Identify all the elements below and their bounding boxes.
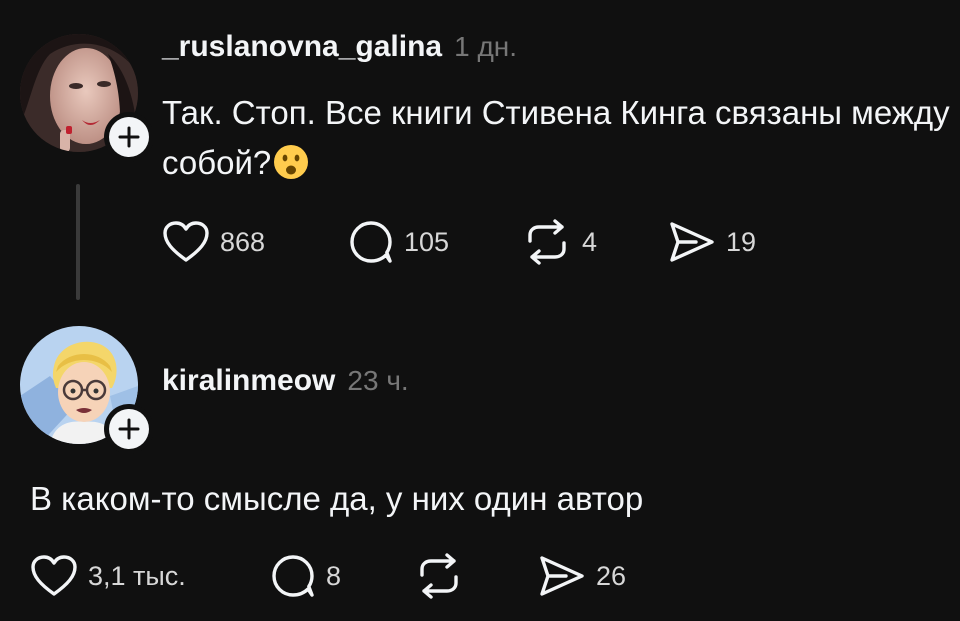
timestamp: 1 дн. [454,31,518,62]
username[interactable]: kiralinmeow [162,364,335,398]
follow-button-inner [109,409,149,449]
like-button[interactable]: 868 [162,218,265,266]
comment-count: 105 [404,226,450,257]
avatar-wrap [20,326,154,454]
frowning-face-emoji [273,144,309,194]
repost-button[interactable] [414,552,464,600]
like-button[interactable]: 3,1 тыс. [30,552,186,600]
share-button[interactable]: 19 [668,218,756,266]
post-text: Так. Стоп. Все книги Стивена Кинга связа… [162,88,952,194]
follow-button[interactable] [104,112,154,162]
post-text-content: В каком-то смысле да, у них один автор [30,480,644,517]
plus-icon [118,418,140,440]
post-header: kiralinmeow 23 ч. [162,364,409,398]
post-header: _ruslanovna_galina 1 дн. [162,30,517,64]
repost-count: 4 [582,226,598,257]
heart-icon [163,221,209,262]
repost-button[interactable]: 4 [522,218,597,266]
comment-button[interactable]: 105 [348,218,449,266]
share-icon [670,222,714,262]
comment-count: 8 [326,560,342,591]
heart-icon [31,555,77,596]
comment-icon [272,555,314,597]
share-count: 19 [726,226,757,257]
like-count: 3,1 тыс. [88,560,186,591]
comment-button[interactable]: 8 [270,552,341,600]
action-bar: 3,1 тыс. 8 26 [30,552,730,600]
timestamp: 23 ч. [347,365,409,396]
repost-icon [420,553,458,599]
username[interactable]: _ruslanovna_galina [162,30,442,64]
like-count: 868 [220,226,266,257]
comment-icon [350,221,392,263]
thread-line [76,184,80,300]
avatar-wrap [20,34,154,162]
post-text: В каком-то смысле да, у них один автор [30,474,930,524]
share-icon [540,556,584,596]
action-bar: 868 105 4 19 [162,218,862,266]
follow-button-inner [109,117,149,157]
follow-button[interactable] [104,404,154,454]
plus-icon [118,126,140,148]
repost-icon [528,219,566,265]
share-count: 26 [596,560,627,591]
share-button[interactable]: 26 [538,552,626,600]
